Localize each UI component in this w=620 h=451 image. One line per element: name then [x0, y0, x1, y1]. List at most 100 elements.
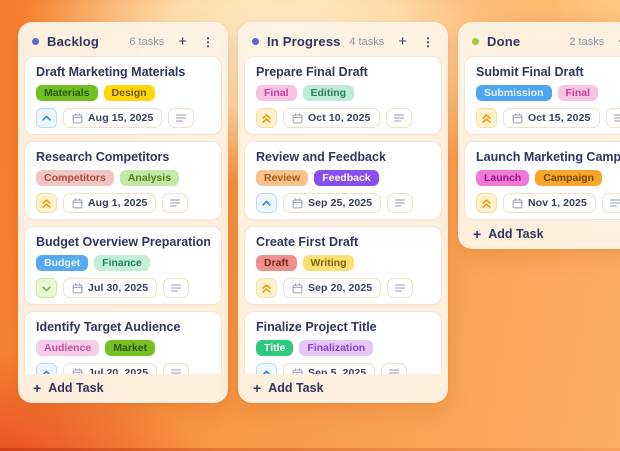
priority-double-up-badge	[256, 108, 277, 128]
add-card-button[interactable]: +	[177, 35, 188, 49]
task-card[interactable]: Research Competitors CompetitorsAnalysis…	[24, 141, 222, 220]
tag-badge: Final	[256, 85, 297, 101]
card-title: Submit Final Draft	[476, 65, 620, 79]
card-meta-row: Aug 15, 2025	[36, 108, 210, 128]
due-date-text: Jul 30, 2025	[88, 282, 148, 294]
due-date-chip: Sep 5, 2025	[283, 363, 375, 374]
column-task-count: 2 tasks	[569, 36, 604, 48]
notes-lines-icon	[170, 283, 182, 293]
card-meta-row: Sep 5, 2025	[256, 363, 430, 374]
due-date-text: Sep 5, 2025	[308, 367, 366, 374]
due-date-text: Jul 20, 2025	[88, 367, 148, 374]
add-card-button[interactable]: +	[397, 35, 408, 49]
tag-badge: Finalization	[299, 340, 373, 356]
notes-lines-icon	[613, 113, 620, 123]
add-task-label: Add Task	[268, 381, 323, 395]
tag-badge: Analysis	[120, 170, 179, 186]
task-card[interactable]: Review and Feedback ReviewFeedback Sep 2…	[244, 141, 442, 220]
notes-chip	[602, 193, 620, 213]
column-menu-button[interactable]: ⋮	[201, 35, 215, 49]
kebab-menu-icon: ⋮	[422, 35, 434, 49]
tag-badge: Design	[104, 85, 155, 101]
due-date-text: Oct 10, 2025	[308, 112, 371, 124]
column-status-dot	[472, 38, 479, 45]
tag-row: Title Finalization	[256, 340, 430, 356]
card-meta-row: Aug 1, 2025	[36, 193, 210, 213]
due-date-chip: Nov 1, 2025	[503, 193, 596, 213]
column-status-dot	[32, 38, 39, 45]
tag-row: ReviewFeedback	[256, 170, 430, 186]
task-card[interactable]: Budget Overview Preparation BudgetFinanc…	[24, 226, 222, 305]
task-card[interactable]: Finalize Project Title TitleFinalization…	[244, 311, 442, 374]
tag-badge: Writing	[303, 255, 355, 271]
board-column-in-progress: In Progress 4 tasks + ⋮ Prepare Final Dr…	[238, 22, 448, 403]
task-card[interactable]: Prepare Final Draft FinalEditing Oct 10,…	[244, 56, 442, 135]
due-date-text: Aug 1, 2025	[88, 197, 147, 209]
task-card[interactable]: Create First Draft DraftWriting Sep 20, …	[244, 226, 442, 305]
add-task-label: Add Task	[48, 381, 103, 395]
add-task-button[interactable]: + Add Task	[24, 374, 222, 397]
card-title: Draft Marketing Materials	[36, 65, 210, 79]
task-card[interactable]: Launch Marketing Campaign LaunchCampaign…	[464, 141, 620, 220]
kanban-board: Backlog 6 tasks + ⋮ Draft Marketing Mate…	[0, 0, 620, 451]
task-card[interactable]: Identify Target Audience AudienceMarket …	[24, 311, 222, 374]
due-date-text: Sep 20, 2025	[308, 282, 372, 294]
card-list: Prepare Final Draft FinalEditing Oct 10,…	[244, 56, 442, 374]
calendar-icon	[292, 113, 303, 124]
priority-down-badge	[36, 278, 57, 298]
priority-double-up-badge	[256, 278, 277, 298]
chevron-double-up-icon	[41, 198, 52, 209]
notes-chip	[168, 108, 194, 128]
plus-icon: +	[253, 381, 261, 395]
column-title: Backlog	[47, 35, 99, 49]
priority-double-up-badge	[476, 108, 497, 128]
priority-up-badge	[256, 363, 277, 374]
tag-badge: Market	[105, 340, 155, 356]
board-column-done: Done 2 tasks + ⋮ Submit Final Draft Subm…	[458, 22, 620, 249]
notes-lines-icon	[393, 113, 405, 123]
card-title: Create First Draft	[256, 235, 430, 249]
card-meta-row: Nov 1, 2025	[476, 193, 620, 213]
add-task-button[interactable]: + Add Task	[464, 220, 620, 243]
priority-up-badge	[36, 363, 57, 374]
column-header: Backlog 6 tasks + ⋮	[24, 28, 222, 56]
notes-chip	[163, 278, 189, 298]
column-task-count: 6 tasks	[129, 36, 164, 48]
board-column-backlog: Backlog 6 tasks + ⋮ Draft Marketing Mate…	[18, 22, 228, 403]
tag-row: BudgetFinance	[36, 255, 210, 271]
tag-badge: Feedback	[314, 170, 378, 186]
due-date-chip: Aug 15, 2025	[63, 108, 162, 128]
notes-lines-icon	[394, 283, 406, 293]
due-date-text: Aug 15, 2025	[88, 112, 153, 124]
chevron-down-icon	[41, 283, 52, 294]
card-title: Budget Overview Preparation	[36, 235, 210, 249]
card-meta-row: Sep 25, 2025	[256, 193, 430, 213]
notes-chip	[387, 278, 413, 298]
calendar-icon	[512, 198, 523, 209]
chevron-double-up-icon	[261, 113, 272, 124]
due-date-chip: Oct 15, 2025	[503, 108, 600, 128]
tag-row: Audience Market	[36, 340, 210, 356]
due-date-chip: Jul 20, 2025	[63, 363, 157, 374]
due-date-chip: Aug 1, 2025	[63, 193, 156, 213]
tag-badge: Title	[256, 340, 293, 356]
task-card[interactable]: Draft Marketing Materials MaterialsDesig…	[24, 56, 222, 135]
tag-badge: Audience	[36, 340, 99, 356]
notes-chip	[386, 108, 412, 128]
column-task-count: 4 tasks	[349, 36, 384, 48]
add-task-button[interactable]: + Add Task	[244, 374, 442, 397]
column-header: Done 2 tasks + ⋮	[464, 28, 620, 56]
add-task-label: Add Task	[488, 227, 543, 241]
column-menu-button[interactable]: ⋮	[421, 35, 435, 49]
notes-chip	[606, 108, 620, 128]
priority-up-badge	[256, 193, 277, 213]
plus-icon: +	[398, 35, 407, 49]
notes-lines-icon	[175, 113, 187, 123]
due-date-text: Oct 15, 2025	[528, 112, 591, 124]
column-status-dot	[252, 38, 259, 45]
tag-badge: Submission	[476, 85, 552, 101]
task-card[interactable]: Submit Final Draft SubmissionFinal Oct 1…	[464, 56, 620, 135]
chevron-double-up-icon	[481, 113, 492, 124]
plus-icon: +	[473, 227, 481, 241]
calendar-icon	[512, 113, 523, 124]
